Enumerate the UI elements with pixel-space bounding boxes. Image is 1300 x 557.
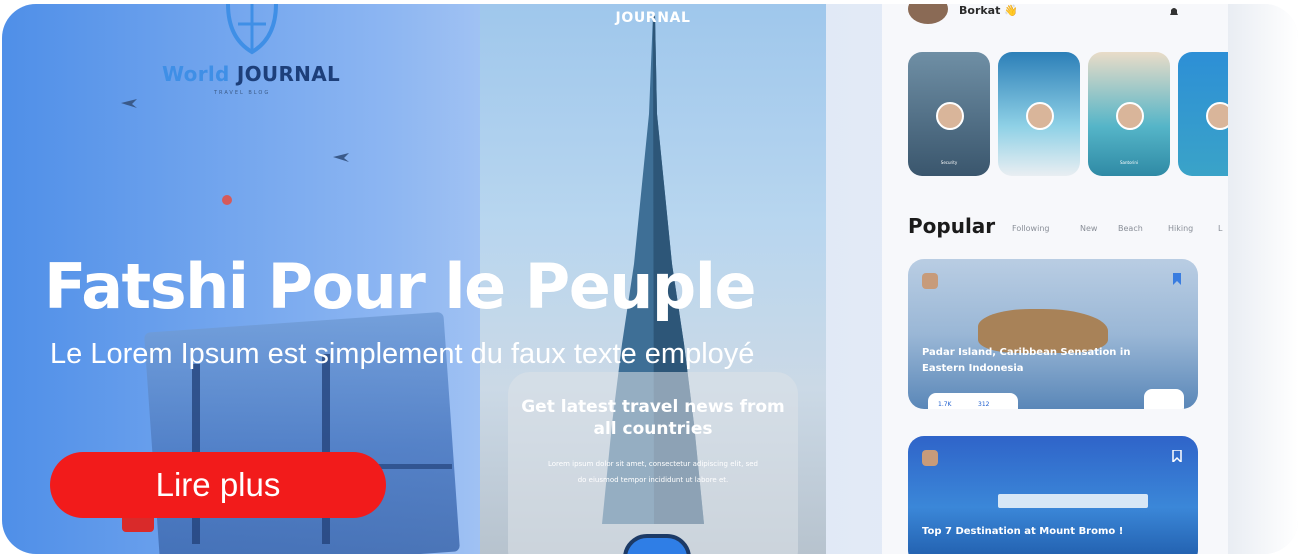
bookmark-icon [1173, 273, 1181, 285]
logo-text: World JOURNAL [162, 62, 341, 86]
phone-app-title: JOURNAL [615, 10, 691, 26]
onboarding-heading: Get latest travel news from all countrie… [521, 397, 785, 439]
tab-beach: Beach [1118, 224, 1143, 233]
tab-following: Following [1012, 224, 1050, 233]
promo-banner: World JOURNAL TRAVEL BLOG JOURNAL Get la… [2, 4, 1298, 554]
post-title: Top 7 Destination at Mount Bromo ! [922, 526, 1124, 537]
story-avatar [1116, 102, 1144, 130]
share-icon [1144, 389, 1184, 409]
post-card: Top 7 Destination at Mount Bromo ! [908, 436, 1198, 554]
tab-new: New [1080, 224, 1098, 233]
logo-tagline: TRAVEL BLOG [214, 90, 271, 96]
section-title: Popular [908, 214, 996, 238]
bookmark-icon [1172, 450, 1182, 462]
banner-headline: Fatshi Pour le Peuple [44, 250, 757, 323]
like-count: 1.7K [938, 401, 952, 408]
tab-more: L [1218, 224, 1223, 233]
page-edge-decoration [1228, 4, 1298, 554]
story-avatar [1026, 102, 1054, 130]
onboarding-card: Get latest travel news from all countrie… [508, 372, 798, 554]
user-name: Borkat 👋 [959, 4, 1018, 17]
plane-icon [121, 99, 137, 108]
pier-graphic [998, 494, 1148, 508]
app-feed-mockup: Borkat 👋 Security Santorini Popular Foll… [882, 4, 1260, 554]
post-card: Padar Island, Caribbean Sensation in Eas… [908, 259, 1198, 409]
story-card: Security [908, 52, 990, 176]
banner-subtitle: Le Lorem Ipsum est simplement du faux te… [50, 338, 755, 370]
balloon-logo-icon [226, 4, 278, 55]
avatar [922, 273, 938, 289]
story-avatar [936, 102, 964, 130]
pin-icon [222, 195, 232, 205]
comment-count: 312 [978, 401, 990, 408]
onboarding-body: Lorem ipsum dolor sit amet, consectetur … [548, 460, 758, 484]
story-card: Santorini [1088, 52, 1170, 176]
bell-icon [1170, 8, 1178, 15]
avatar [922, 450, 938, 466]
avatar [908, 4, 948, 24]
tab-hiking: Hiking [1168, 224, 1194, 233]
story-card [998, 52, 1080, 176]
post-title: Padar Island, Caribbean Sensation in Eas… [922, 347, 1131, 374]
read-more-button[interactable]: Lire plus [50, 452, 386, 518]
plane-icon [333, 153, 349, 162]
post-stats: 1.7K 312 [928, 393, 1018, 409]
